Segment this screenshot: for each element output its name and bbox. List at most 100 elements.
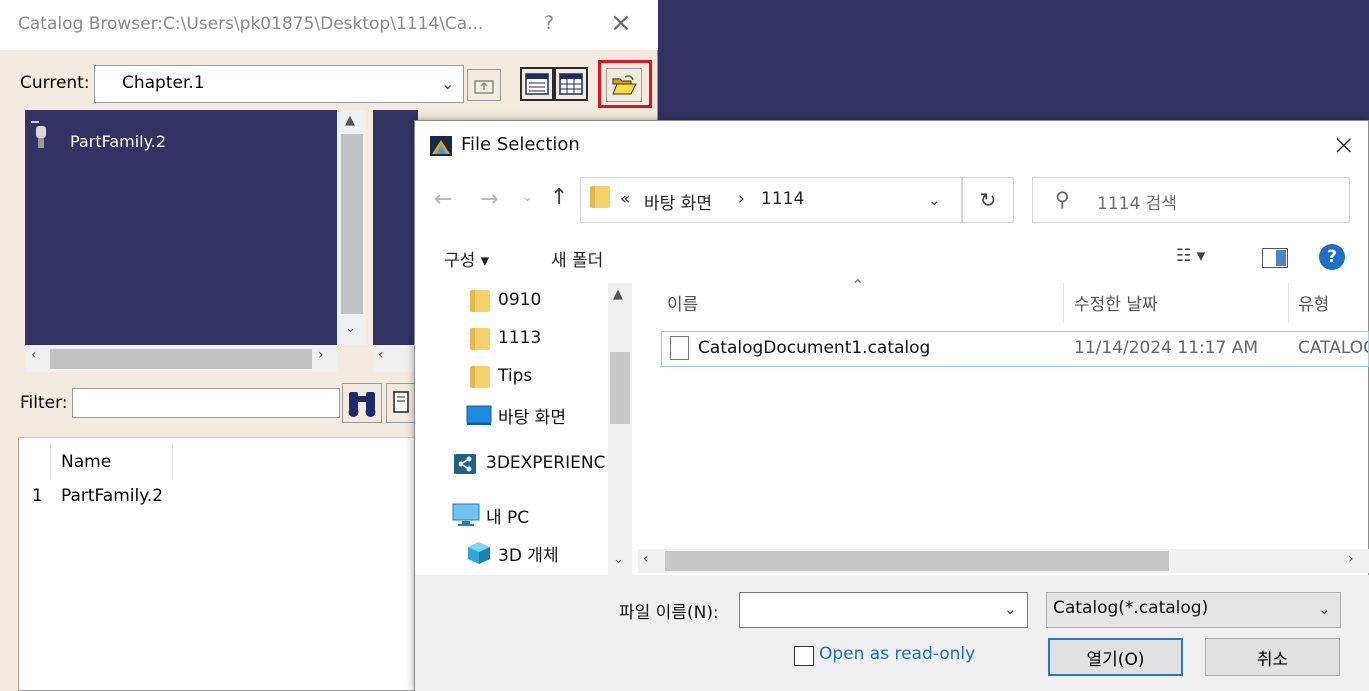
forward-arrow-icon[interactable]: → <box>480 187 498 212</box>
preview-pane-icon <box>1276 250 1286 266</box>
address-segment-desktop[interactable]: 바탕 화면 <box>644 189 712 214</box>
file-type: CATALOG <box>1298 338 1368 358</box>
highlight-box <box>598 60 652 108</box>
scroll-down-icon[interactable]: ⌄ <box>345 321 356 336</box>
dialog-title: File Selection <box>461 134 580 155</box>
nav-item-1113[interactable]: 1113 <box>498 328 541 348</box>
close-button[interactable]: × <box>610 8 632 38</box>
view-mode-1-button[interactable] <box>520 67 554 101</box>
parent-chapter-button[interactable] <box>467 69 501 101</box>
cube-icon <box>466 540 492 571</box>
scroll-left-icon[interactable]: ‹ <box>31 347 37 363</box>
read-only-label[interactable]: Open as read-only <box>819 644 975 664</box>
recent-locations-chevron-icon[interactable]: ⌄ <box>522 190 533 205</box>
close-button[interactable]: × <box>1332 128 1355 161</box>
help-button[interactable]: ? <box>1319 244 1345 270</box>
column-divider[interactable] <box>1288 283 1289 323</box>
file-name[interactable]: CatalogDocument1.catalog <box>698 338 930 358</box>
app-icon <box>430 136 452 156</box>
search-icon: ⚲ <box>1055 187 1070 211</box>
nav-vertical-scrollbar[interactable] <box>608 283 632 575</box>
nav-item-0910[interactable]: 0910 <box>498 290 541 310</box>
column-header-name[interactable]: 이름 <box>667 290 698 315</box>
scroll-right-icon[interactable]: › <box>1348 551 1354 567</box>
current-label: Current: <box>20 73 90 93</box>
navigation-pane[interactable] <box>415 283 632 575</box>
chevron-down-icon[interactable]: ⌄ <box>1004 600 1017 618</box>
catalog-browser-title: Catalog Browser:C:\Users\pk01875\Desktop… <box>18 14 484 34</box>
current-chapter-value: Chapter.1 <box>122 73 205 93</box>
find-button[interactable] <box>342 383 382 423</box>
part-family-icon <box>30 120 52 155</box>
cancel-button[interactable]: 취소 <box>1205 638 1340 676</box>
scroll-left-icon[interactable]: ‹ <box>378 347 384 363</box>
folder-icon <box>470 328 490 350</box>
column-divider[interactable] <box>1063 283 1064 323</box>
open-button[interactable]: 열기(O) <box>1048 638 1183 676</box>
chevron-down-icon: ▾ <box>1196 246 1206 266</box>
column-header-date[interactable]: 수정한 날짜 <box>1074 290 1158 315</box>
search-placeholder: 1114 검색 <box>1097 194 1177 214</box>
back-arrow-icon[interactable]: ← <box>434 187 452 212</box>
help-button[interactable]: ? <box>544 12 554 34</box>
list-top-strip <box>18 430 418 438</box>
file-type-filter-value: Catalog(*.catalog) <box>1053 598 1209 618</box>
column-header-type[interactable]: 유형 <box>1298 290 1329 315</box>
document-filter-icon <box>393 391 409 413</box>
view-options-button[interactable]: ☷ ▾ <box>1176 246 1205 266</box>
table-view-icon <box>525 73 549 95</box>
tree-item-partfamily[interactable]: PartFamily.2 <box>70 132 166 151</box>
nav-item-tips[interactable]: Tips <box>498 366 532 386</box>
details-view-icon: ☷ <box>1176 246 1192 266</box>
filter-input[interactable] <box>72 388 340 418</box>
nav-item-my-pc[interactable]: 내 PC <box>486 503 529 528</box>
list-row-number: 1 <box>32 486 43 506</box>
chevron-down-icon[interactable]: ⌄ <box>1318 600 1331 618</box>
scroll-right-icon[interactable]: › <box>318 347 324 363</box>
address-separator[interactable]: › <box>738 189 745 209</box>
nav-item-3d-objects[interactable]: 3D 개체 <box>498 541 559 566</box>
organize-menu[interactable]: 구성 ▾ <box>444 246 489 271</box>
refresh-icon: ↻ <box>979 188 997 212</box>
file-date: 11/14/2024 11:17 AM <box>1074 338 1259 358</box>
tree-vertical-scroll-thumb[interactable] <box>341 134 363 314</box>
sort-ascending-icon: ⌃ <box>851 276 865 295</box>
share-icon <box>453 453 477 480</box>
folder-icon <box>470 366 490 388</box>
new-folder-button[interactable]: 새 폴더 <box>551 246 603 271</box>
current-chapter-combo[interactable]: Chapter.1 ⌄ <box>94 65 464 103</box>
column-divider <box>172 444 173 480</box>
column-divider <box>50 444 51 480</box>
scroll-up-icon[interactable]: ▲ <box>613 287 623 302</box>
view-mode-2-button[interactable] <box>554 67 588 101</box>
tree-horizontal-scroll-thumb[interactable] <box>50 349 312 369</box>
address-segment-1114[interactable]: 1114 <box>761 189 804 209</box>
read-only-checkbox[interactable] <box>794 646 814 666</box>
scroll-down-icon[interactable]: ⌄ <box>613 552 624 567</box>
nav-vertical-scroll-thumb[interactable] <box>610 352 630 424</box>
filename-label: 파일 이름(N): <box>619 603 719 623</box>
chevron-down-icon: ⌄ <box>441 74 455 93</box>
grid-view-icon <box>559 73 583 95</box>
chevron-down-icon[interactable]: ⌄ <box>928 191 941 209</box>
list-row-name[interactable]: PartFamily.2 <box>61 486 163 506</box>
desktop-icon <box>466 404 492 431</box>
nav-item-3dexperience[interactable]: 3DEXPERIENCE <box>486 453 606 473</box>
filter-label: Filter: <box>20 393 68 413</box>
pc-icon <box>452 503 480 532</box>
address-overflow-chevron[interactable]: « <box>620 189 630 209</box>
preview-panel <box>373 110 418 345</box>
file-icon <box>670 336 689 360</box>
filename-input[interactable] <box>739 592 1028 628</box>
up-arrow-icon[interactable]: ↑ <box>550 185 568 210</box>
nav-item-desktop[interactable]: 바탕 화면 <box>498 403 566 428</box>
column-header-name[interactable]: Name <box>61 452 111 472</box>
folder-icon <box>470 290 490 312</box>
folder-icon <box>590 186 610 208</box>
refresh-button[interactable]: ↻ <box>962 177 1014 223</box>
scroll-up-icon[interactable]: ▲ <box>345 113 355 128</box>
binoculars-icon <box>348 392 376 417</box>
scroll-left-icon[interactable]: ‹ <box>643 551 649 567</box>
search-box[interactable] <box>1032 177 1350 223</box>
files-horizontal-scroll-thumb[interactable] <box>665 551 1169 571</box>
